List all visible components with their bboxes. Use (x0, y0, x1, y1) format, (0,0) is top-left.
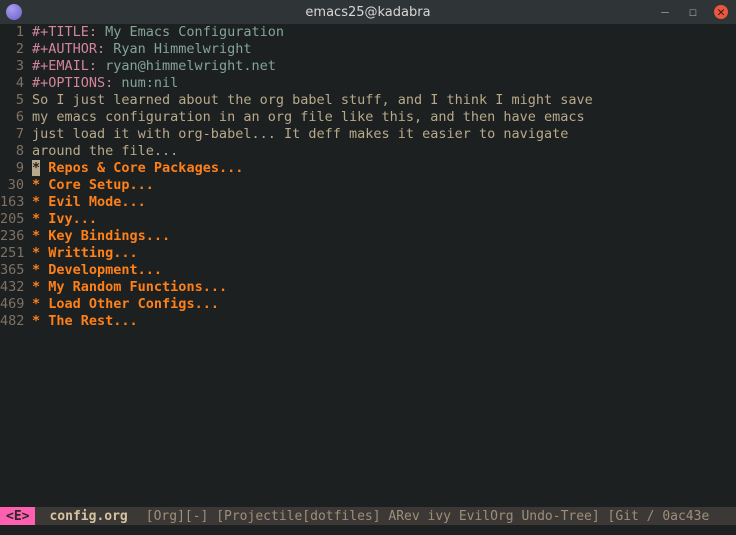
code-line[interactable]: * Repos & Core Packages... (32, 160, 736, 177)
org-heading[interactable]: My Random Functions... (40, 279, 227, 295)
title-bar: emacs25@kadabra – ◻ ✕ (0, 0, 736, 24)
org-keyword: #+OPTIONS: (32, 75, 121, 91)
code-line[interactable]: * Writting... (32, 245, 736, 262)
code-content[interactable]: #+TITLE: My Emacs Configuration#+AUTHOR:… (28, 24, 736, 503)
line-number: 251 (0, 245, 24, 262)
code-line[interactable]: #+OPTIONS: num:nil (32, 75, 736, 92)
org-heading-star: * (32, 228, 40, 244)
org-value: My Emacs Configuration (105, 24, 284, 40)
minibuffer[interactable] (0, 525, 736, 535)
org-heading[interactable]: Development... (40, 262, 162, 278)
code-line[interactable]: * Core Setup... (32, 177, 736, 194)
org-heading-star: * (32, 262, 40, 278)
line-number: 8 (0, 143, 24, 160)
org-heading[interactable]: Ivy... (40, 211, 97, 227)
org-keyword: #+AUTHOR: (32, 41, 113, 57)
line-number: 9 (0, 160, 24, 177)
line-number: 5 (0, 92, 24, 109)
line-number: 3 (0, 58, 24, 75)
line-number: 163 (0, 194, 24, 211)
code-line[interactable]: * Development... (32, 262, 736, 279)
code-line[interactable]: * Ivy... (32, 211, 736, 228)
line-number: 2 (0, 41, 24, 58)
line-number-gutter: 12345678930163205236251365432469482 (0, 24, 28, 503)
org-heading-star: * (32, 194, 40, 210)
code-line[interactable]: * Load Other Configs... (32, 296, 736, 313)
org-heading[interactable]: Evil Mode... (40, 194, 146, 210)
org-heading-star: * (32, 245, 40, 261)
code-line[interactable]: * Key Bindings... (32, 228, 736, 245)
mode-line: <E> config.org [Org][-] [Projectile[dotf… (0, 507, 736, 525)
org-heading[interactable]: The Rest... (40, 313, 138, 329)
org-heading-star: * (32, 279, 40, 295)
line-number: 4 (0, 75, 24, 92)
org-heading-star: * (32, 177, 40, 193)
org-value: ryan@himmelwright.net (105, 58, 276, 74)
org-heading[interactable]: Repos & Core Packages... (40, 160, 243, 176)
code-line[interactable]: #+TITLE: My Emacs Configuration (32, 24, 736, 41)
code-line[interactable]: * The Rest... (32, 313, 736, 330)
line-number: 30 (0, 177, 24, 194)
org-value: num:nil (121, 75, 178, 91)
org-heading[interactable]: Writting... (40, 245, 138, 261)
code-line[interactable]: So I just learned about the org babel st… (32, 92, 736, 109)
code-line[interactable]: just load it with org-babel... It deff m… (32, 126, 736, 143)
line-number: 432 (0, 279, 24, 296)
code-line[interactable]: #+EMAIL: ryan@himmelwright.net (32, 58, 736, 75)
mode-line-info: [Org][-] [Projectile[dotfiles] ARev ivy … (138, 509, 710, 524)
line-number: 7 (0, 126, 24, 143)
line-number: 205 (0, 211, 24, 228)
org-heading-star: * (32, 211, 40, 227)
org-value: Ryan Himmelwright (113, 41, 251, 57)
line-number: 365 (0, 262, 24, 279)
code-line[interactable]: my emacs configuration in an org file li… (32, 109, 736, 126)
code-line[interactable]: * Evil Mode... (32, 194, 736, 211)
org-heading-star: * (32, 296, 40, 312)
code-line[interactable]: * My Random Functions... (32, 279, 736, 296)
code-line[interactable]: around the file... (32, 143, 736, 160)
org-heading[interactable]: Core Setup... (40, 177, 154, 193)
org-keyword: #+EMAIL: (32, 58, 105, 74)
code-line[interactable]: #+AUTHOR: Ryan Himmelwright (32, 41, 736, 58)
org-heading-star: * (32, 313, 40, 329)
window-title: emacs25@kadabra (0, 5, 736, 20)
cursor: * (32, 160, 40, 176)
evil-state-indicator: <E> (0, 507, 35, 525)
line-number: 236 (0, 228, 24, 245)
line-number: 1 (0, 24, 24, 41)
org-heading[interactable]: Key Bindings... (40, 228, 170, 244)
org-heading[interactable]: Load Other Configs... (40, 296, 219, 312)
org-keyword: #+TITLE: (32, 24, 105, 40)
line-number: 482 (0, 313, 24, 330)
editor-area[interactable]: 12345678930163205236251365432469482 #+TI… (0, 24, 736, 503)
line-number: 469 (0, 296, 24, 313)
line-number: 6 (0, 109, 24, 126)
buffer-name: config.org (35, 509, 137, 524)
